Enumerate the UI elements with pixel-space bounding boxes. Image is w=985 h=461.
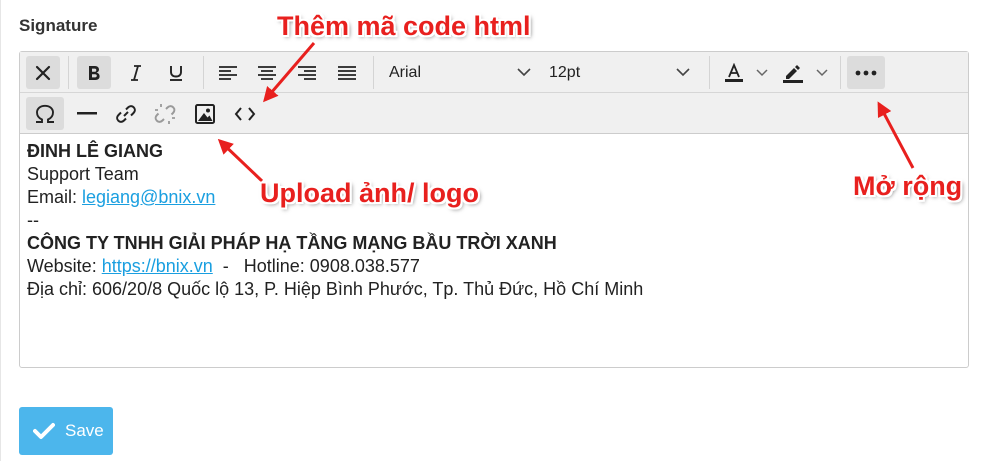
underline-button[interactable] <box>159 56 193 89</box>
save-button-label: Save <box>65 421 104 440</box>
chevron-down-icon <box>517 68 531 77</box>
code-icon <box>234 106 256 121</box>
bold-button[interactable] <box>77 56 111 89</box>
font-family-select[interactable]: Arial <box>373 56 541 89</box>
font-size-value: 12pt <box>549 63 581 81</box>
align-right-button[interactable] <box>290 56 324 89</box>
unlink-icon <box>154 103 176 124</box>
annotation-expand: Mở rộng <box>853 171 963 201</box>
insert-link-button[interactable] <box>109 97 143 130</box>
email-label: Email: <box>27 187 83 207</box>
align-justify-icon <box>338 65 356 80</box>
align-justify-button[interactable] <box>330 56 364 89</box>
signature-editor: Arial 12pt ĐINH LÊ GIANG Support Team Em… <box>19 51 969 368</box>
annotation-html-code: Thêm mã code html <box>277 11 531 41</box>
font-family-value: Arial <box>389 63 422 81</box>
underline-icon <box>170 65 182 81</box>
close-icon <box>35 65 51 80</box>
highlight-color-button[interactable] <box>776 56 810 89</box>
signature-name: ĐINH LÊ GIANG <box>27 141 164 161</box>
save-button[interactable]: Save <box>19 407 113 455</box>
image-icon <box>195 103 215 124</box>
text-color-dropdown[interactable] <box>752 56 772 89</box>
more-icon <box>855 70 877 75</box>
align-center-button[interactable] <box>250 56 284 89</box>
signature-email-line: Email: legiang@bnix.vn <box>27 186 958 209</box>
editor-content-area[interactable]: ĐINH LÊ GIANG Support Team Email: legian… <box>27 140 958 301</box>
website-link[interactable]: https://bnix.vn <box>102 256 213 276</box>
align-center-icon <box>258 65 276 80</box>
checkmark-icon <box>33 423 55 439</box>
align-left-icon <box>219 65 237 80</box>
signature-website-line: Website: https://bnix.vn - Hotline: 0908… <box>27 255 958 278</box>
email-link[interactable]: legiang@bnix.vn <box>82 187 215 207</box>
editor-toolbar-row-2 <box>20 93 968 134</box>
left-border <box>0 0 1 461</box>
insert-image-button[interactable] <box>188 97 222 130</box>
omega-icon <box>36 104 54 123</box>
highlight-icon <box>783 64 803 83</box>
hotline-text: - Hotline: 0908.038.577 <box>212 256 420 276</box>
website-label: Website: <box>27 256 102 276</box>
annotation-upload-logo: Upload ảnh/ logo <box>260 178 479 208</box>
toolbar-separator <box>709 56 710 89</box>
font-size-select[interactable]: 12pt <box>533 56 700 89</box>
horizontal-rule-icon <box>77 111 97 114</box>
horizontal-line-button[interactable] <box>70 97 104 130</box>
bold-icon <box>89 65 100 80</box>
close-button[interactable] <box>26 56 60 89</box>
more-button[interactable] <box>847 56 885 89</box>
text-color-icon <box>725 62 743 82</box>
link-icon <box>116 104 136 123</box>
toolbar-separator <box>203 56 204 89</box>
signature-label: Signature <box>19 16 98 35</box>
source-code-button[interactable] <box>228 97 262 130</box>
toolbar-separator <box>840 56 841 89</box>
chevron-down-icon <box>756 68 768 76</box>
chevron-down-icon <box>816 68 828 76</box>
signature-address: Địa chỉ: 606/20/8 Quốc lộ 13, P. Hiệp Bì… <box>27 279 644 299</box>
chevron-down-icon <box>676 68 690 77</box>
special-character-button[interactable] <box>26 97 64 130</box>
signature-company: CÔNG TY TNHH GIẢI PHÁP HẠ TẦNG MẠNG BẦU … <box>27 233 557 253</box>
align-left-button[interactable] <box>211 56 245 89</box>
highlight-color-dropdown[interactable] <box>812 56 832 89</box>
signature-divider: -- <box>27 210 39 230</box>
editor-toolbar-row-1: Arial 12pt <box>20 52 968 93</box>
signature-role: Support Team <box>27 164 139 184</box>
align-right-icon <box>298 65 316 80</box>
text-color-button[interactable] <box>717 56 751 89</box>
remove-link-button[interactable] <box>148 97 182 130</box>
italic-button[interactable] <box>119 56 153 89</box>
toolbar-separator <box>68 56 69 89</box>
italic-icon <box>131 64 141 81</box>
